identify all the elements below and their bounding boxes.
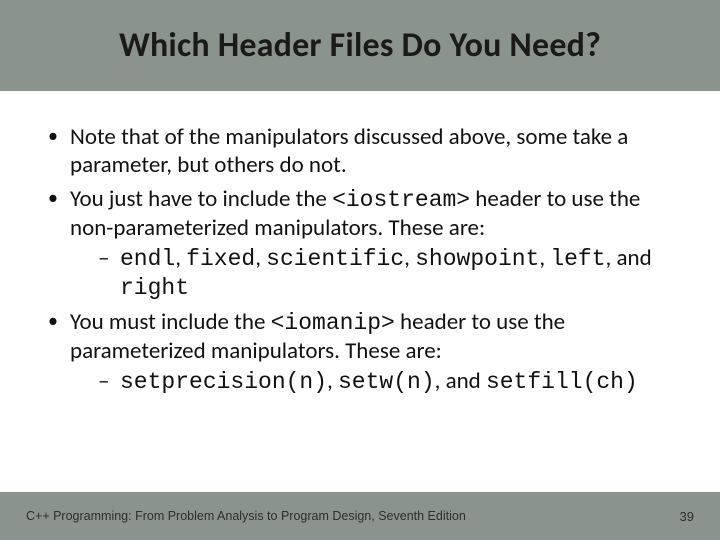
fixed-code: fixed [186,246,255,272]
footer-text: C++ Programming: From Problem Analysis t… [26,509,466,523]
setprecision-code: setprecision(n) [120,369,327,395]
bullet-1-text: Note that of the manipulators discussed … [70,123,628,179]
setfill-code: setfill(ch) [486,369,638,395]
bullet-2: You just have to include the <iostream> … [44,185,676,302]
sep: , [327,367,338,395]
title-band: Which Header Files Do You Need? [0,0,720,91]
slide: Which Header Files Do You Need? Note tha… [0,0,720,540]
bullet-1: Note that of the manipulators discussed … [44,123,676,179]
endl-code: endl [120,246,175,272]
scientific-code: scientific [266,246,404,272]
sep: , [175,244,186,272]
iomanip-code: <iomanip> [271,310,395,336]
showpoint-code: showpoint [415,246,539,272]
sep: , [255,244,266,272]
left-code: left [550,246,605,272]
slide-title: Which Header Files Do You Need? [40,26,680,65]
iostream-code: <iostream> [332,187,470,213]
right-code: right [120,275,189,301]
bullet-2-pre: You just have to include the [70,185,332,213]
bullet-3-pre: You must include the [70,308,271,336]
sep: , and [435,367,486,395]
bullet-3-sub: setprecision(n), setw(n), and setfill(ch… [98,367,676,396]
bullet-2-sub: endl, fixed, scientific, showpoint, left… [98,244,676,302]
bullet-3: You must include the <iomanip> header to… [44,308,676,396]
bullet-list: Note that of the manipulators discussed … [44,123,676,396]
sep: , [404,244,415,272]
sep: , [539,244,550,272]
page-number: 39 [680,509,694,524]
setw-code: setw(n) [338,369,435,395]
bullet-3-sublist: setprecision(n), setw(n), and setfill(ch… [70,367,676,396]
footer-band: C++ Programming: From Problem Analysis t… [0,492,720,540]
sep: , and [606,244,652,272]
slide-body: Note that of the manipulators discussed … [0,91,720,396]
bullet-2-sublist: endl, fixed, scientific, showpoint, left… [70,244,676,302]
